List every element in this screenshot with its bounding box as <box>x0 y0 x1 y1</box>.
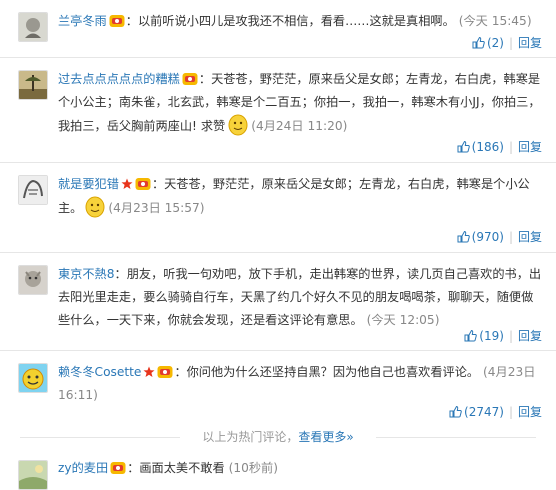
star-icon <box>143 366 155 378</box>
thumbs-up-icon <box>464 329 478 342</box>
comment-item: 过去点点点点点的糟糕 ：天苍苍，野茫茫，原来岳父是女郎；左青龙，右白虎，韩寒是个小… <box>0 58 556 163</box>
reply-button[interactable]: 回复 <box>518 329 542 343</box>
like-count: (2) <box>486 36 504 50</box>
avatar[interactable] <box>18 70 48 100</box>
comment-time: (10秒前) <box>228 461 278 475</box>
comment-body: 赖冬冬Cosette ：你问他为什么还坚持自黑？因为他自己也喜欢看评论。 (4月2… <box>58 365 536 402</box>
comment-actions: (19) | 回复 <box>464 327 542 344</box>
username-link[interactable]: 兰亭冬雨 <box>58 14 107 28</box>
smiley-emoji-icon <box>84 196 106 218</box>
reply-button[interactable]: 回复 <box>518 36 542 50</box>
comment-body: 过去点点点点点的糟糕 ：天苍苍，野茫茫，原来岳父是女郎；左青龙，右白虎，韩寒是个小… <box>58 68 542 138</box>
member-badge-icon <box>182 72 198 86</box>
reply-button[interactable]: 回复 <box>518 230 542 244</box>
thumbs-up-icon <box>457 230 470 243</box>
thumbs-up-icon <box>472 36 485 49</box>
smiley-emoji-icon <box>227 114 249 136</box>
member-badge-icon <box>110 461 126 475</box>
username-link[interactable]: 就是要犯错 <box>58 177 119 191</box>
comment-item: zy的麦田 ：画面太美不敢看 (10秒前) <box>0 451 556 490</box>
member-badge-icon <box>109 14 125 28</box>
comment-time: (今天 15:45) <box>458 14 532 28</box>
like-count: (186) <box>471 140 504 154</box>
comment-text: 以前听说小四儿是攻我还不相信，看看……这就是真相啊。 <box>137 14 455 28</box>
member-badge-icon <box>157 365 173 379</box>
like-button[interactable]: (2747) <box>449 405 504 419</box>
username-link[interactable]: 赖冬冬Cosette <box>58 365 141 379</box>
avatar[interactable] <box>18 175 48 205</box>
hot-comments-note: 以上为热门评论， <box>202 430 299 444</box>
comment-item: 赖冬冬Cosette ：你问他为什么还坚持自黑？因为他自己也喜欢看评论。 (4月2… <box>0 351 556 423</box>
like-count: (2747) <box>464 405 504 419</box>
star-icon <box>121 178 133 190</box>
thumbs-up-icon <box>449 405 462 418</box>
comment-actions: (970) | 回复 <box>457 228 542 245</box>
comment-time: (今天 12:05) <box>366 313 440 327</box>
divider <box>376 437 536 438</box>
comment-text: 画面太美不敢看 <box>139 461 225 475</box>
comment-item: 兰亭冬雨 ：以前听说小四儿是攻我还不相信，看看……这就是真相啊。 (今天 15:4… <box>0 0 556 58</box>
like-button[interactable]: (186) <box>457 140 504 154</box>
member-badge-icon <box>135 177 151 191</box>
like-count: (970) <box>471 230 504 244</box>
divider <box>20 437 180 438</box>
comment-feed: 兰亭冬雨 ：以前听说小四儿是攻我还不相信，看看……这就是真相啊。 (今天 15:4… <box>0 0 556 490</box>
like-button[interactable]: (970) <box>457 230 504 244</box>
avatar[interactable] <box>18 265 48 295</box>
comment-actions: (2) | 回复 <box>472 34 542 51</box>
comment-body: 兰亭冬雨 ：以前听说小四儿是攻我还不相信，看看……这就是真相啊。 (今天 15:4… <box>58 14 532 28</box>
comment-body: zy的麦田 ：画面太美不敢看 (10秒前) <box>58 461 278 475</box>
hot-comments-more-bar: 以上为热门评论，查看更多» <box>0 423 556 451</box>
comment-text: 你问他为什么还坚持自黑？因为他自己也喜欢看评论。 <box>186 365 480 379</box>
comment-time: (4月24日 11:20) <box>251 119 348 133</box>
avatar[interactable] <box>18 363 48 393</box>
username-link[interactable]: 東京不熱8 <box>58 267 115 281</box>
comment-body: 就是要犯错 ：天苍苍，野茫茫，原来岳父是女郎；左青龙，右白虎，韩寒是个小公主。 (4… <box>58 173 542 220</box>
like-count: (19) <box>479 329 504 343</box>
view-more-link[interactable]: 查看更多» <box>298 430 353 444</box>
reply-button[interactable]: 回复 <box>518 140 542 154</box>
comment-text: 朋友，听我一句劝吧，放下手机，走出韩寒的世界，读几页自己喜欢的书，出去阳光里走走… <box>58 267 542 327</box>
comment-item: 就是要犯错 ：天苍苍，野茫茫，原来岳父是女郎；左青龙，右白虎，韩寒是个小公主。 (4… <box>0 163 556 253</box>
thumbs-up-icon <box>457 140 470 153</box>
like-button[interactable]: (2) <box>472 36 504 50</box>
like-button[interactable]: (19) <box>464 329 504 343</box>
reply-button[interactable]: 回复 <box>518 405 542 419</box>
comment-time: (4月23日 15:57) <box>108 201 205 215</box>
avatar[interactable] <box>18 12 48 42</box>
username-link[interactable]: 过去点点点点点的糟糕 <box>58 72 180 86</box>
comment-body: 東京不熱8：朋友，听我一句劝吧，放下手机，走出韩寒的世界，读几页自己喜欢的书，出… <box>58 267 542 327</box>
comment-actions: (2747) | 回复 <box>449 403 542 420</box>
comment-actions: (186) | 回复 <box>457 138 542 155</box>
comment-item: 東京不熱8：朋友，听我一句劝吧，放下手机，走出韩寒的世界，读几页自己喜欢的书，出… <box>0 253 556 351</box>
username-link[interactable]: zy的麦田 <box>58 461 108 475</box>
